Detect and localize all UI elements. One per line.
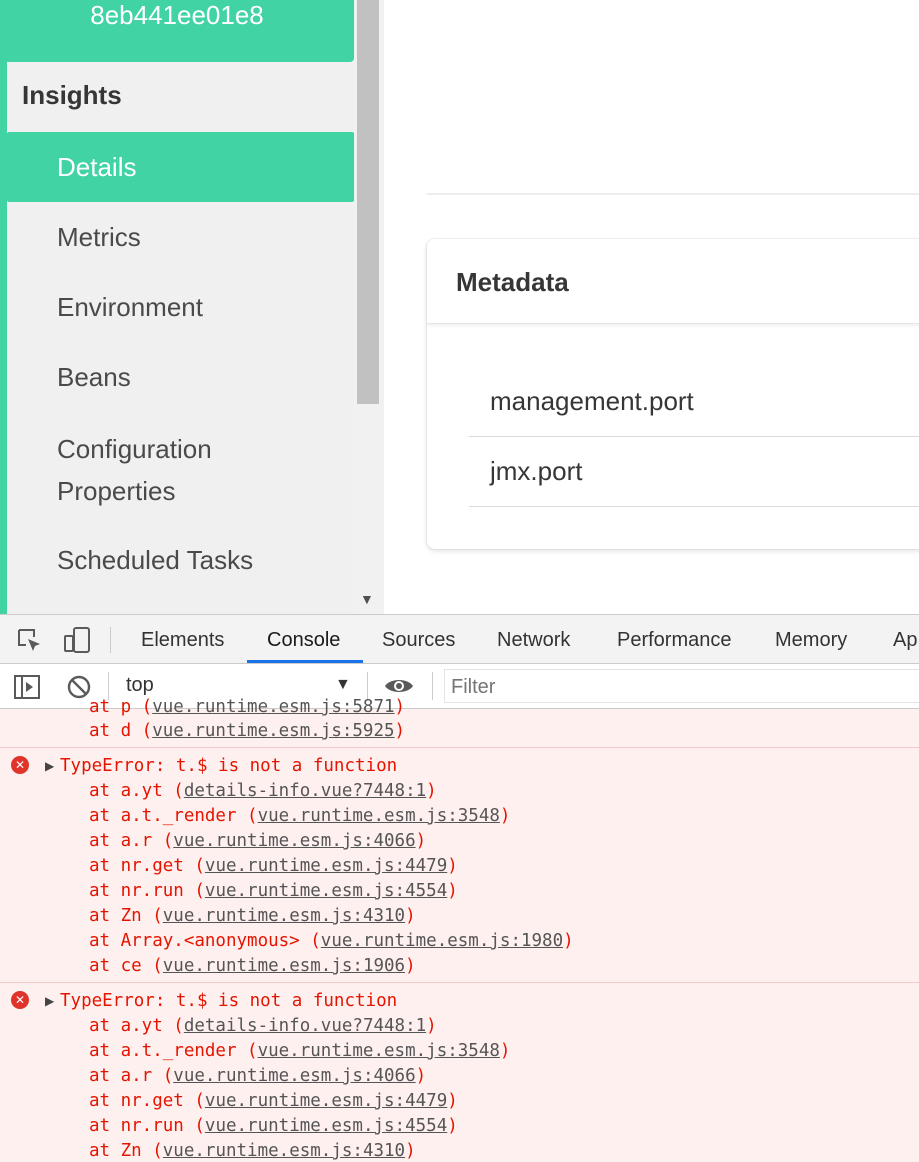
stack-frame: at Zn (vue.runtime.esm.js:4310) <box>89 1141 416 1161</box>
filter-input[interactable] <box>451 676 891 699</box>
tab-application[interactable]: Ap <box>893 615 917 663</box>
metadata-card-header: Metadata <box>427 239 919 324</box>
source-link[interactable]: vue.runtime.esm.js:1980 <box>321 931 563 951</box>
stack-frame: at ce (vue.runtime.esm.js:1906) <box>89 956 416 976</box>
tab-memory[interactable]: Memory <box>775 615 847 663</box>
sidebar: 8eb441ee01e8 Insights Details Metrics En… <box>0 0 354 614</box>
error-message[interactable]: TypeError: t.$ is not a function <box>60 754 397 779</box>
chevron-down-icon[interactable]: ▼ <box>335 676 351 694</box>
stack-frame: at d (vue.runtime.esm.js:5925) <box>89 721 406 741</box>
expand-triangle-icon[interactable]: ▶ <box>45 994 54 1008</box>
stack-frame: at Zn (vue.runtime.esm.js:4310) <box>89 906 416 926</box>
source-link[interactable]: vue.runtime.esm.js:4479 <box>205 856 447 876</box>
source-link[interactable]: vue.runtime.esm.js:4554 <box>205 1116 447 1136</box>
stack-frame: at a.t._render (vue.runtime.esm.js:3548) <box>89 806 511 826</box>
source-link[interactable]: vue.runtime.esm.js:5871 <box>152 697 394 717</box>
stack-frame: at p (vue.runtime.esm.js:5871) <box>89 697 406 717</box>
sidebar-item-label: Beans <box>57 362 131 392</box>
console-entry-divider <box>0 982 919 983</box>
toolbar-separator <box>110 627 111 653</box>
source-link[interactable]: vue.runtime.esm.js:1906 <box>163 956 405 976</box>
source-link[interactable]: vue.runtime.esm.js:5925 <box>152 721 394 741</box>
console-filter <box>444 669 919 703</box>
source-link[interactable]: vue.runtime.esm.js:3548 <box>258 1041 500 1061</box>
sidebar-item-scheduled-tasks[interactable]: Scheduled Tasks <box>7 525 354 595</box>
execution-context-select[interactable]: top <box>126 674 154 697</box>
source-link[interactable]: vue.runtime.esm.js:3548 <box>258 806 500 826</box>
metadata-key: jmx.port <box>490 456 583 486</box>
source-link[interactable]: vue.runtime.esm.js:4554 <box>205 881 447 901</box>
devtools-panel: Elements Console Sources Network Perform… <box>0 614 919 1162</box>
sidebar-item-beans[interactable]: Beans <box>7 342 354 412</box>
metadata-card: Metadata management.port jmx.port <box>427 239 919 549</box>
console-entry-divider <box>0 747 919 748</box>
stack-frame: at nr.run (vue.runtime.esm.js:4554) <box>89 1116 458 1136</box>
tab-elements[interactable]: Elements <box>141 615 224 663</box>
scrollbar-thumb[interactable] <box>357 0 379 404</box>
tab-console[interactable]: Console <box>267 615 340 663</box>
stack-frame: at nr.run (vue.runtime.esm.js:4554) <box>89 881 458 901</box>
metadata-row: jmx.port <box>469 436 919 507</box>
active-tab-indicator <box>247 660 363 663</box>
device-toolbar-icon[interactable] <box>62 626 92 659</box>
source-link[interactable]: details-info.vue?7448:1 <box>184 781 426 801</box>
console-output[interactable]: at p (vue.runtime.esm.js:5871) at d (vue… <box>0 697 919 1162</box>
error-icon: ✕ <box>11 756 29 774</box>
sidebar-item-configuration-properties[interactable]: Configuration Properties <box>7 428 307 520</box>
source-link[interactable]: vue.runtime.esm.js:4066 <box>173 1066 415 1086</box>
metadata-row: management.port <box>469 366 919 437</box>
stack-frame: at Array.<anonymous> (vue.runtime.esm.js… <box>89 931 574 951</box>
stack-frame: at a.yt (details-info.vue?7448:1) <box>89 1016 437 1036</box>
sidebar-item-details[interactable]: Details <box>7 132 354 202</box>
scroll-down-arrow-icon[interactable]: ▼ <box>360 592 374 606</box>
stack-frame: at a.yt (details-info.vue?7448:1) <box>89 781 437 801</box>
tab-sources[interactable]: Sources <box>382 615 455 663</box>
stack-frame: at a.t._render (vue.runtime.esm.js:3548) <box>89 1041 511 1061</box>
instance-id-header[interactable]: 8eb441ee01e8 <box>0 0 354 62</box>
source-link[interactable]: details-info.vue?7448:1 <box>184 1016 426 1036</box>
sidebar-item-label: Configuration Properties <box>57 434 212 506</box>
source-link[interactable]: vue.runtime.esm.js:4066 <box>173 831 415 851</box>
stack-frame: at nr.get (vue.runtime.esm.js:4479) <box>89 1091 458 1111</box>
source-link[interactable]: vue.runtime.esm.js:4310 <box>163 1141 405 1161</box>
section-divider <box>427 193 919 195</box>
sidebar-scrollbar[interactable]: ▼ <box>354 0 384 614</box>
error-icon: ✕ <box>11 991 29 1009</box>
source-link[interactable]: vue.runtime.esm.js:4310 <box>163 906 405 926</box>
sidebar-item-label: Scheduled Tasks <box>57 545 254 575</box>
stack-frame: at a.r (vue.runtime.esm.js:4066) <box>89 1066 427 1086</box>
toolbar-separator <box>432 672 433 700</box>
sidebar-group-insights[interactable]: Insights <box>22 80 122 111</box>
devtools-tab-bar: Elements Console Sources Network Perform… <box>0 615 919 664</box>
source-link[interactable]: vue.runtime.esm.js:4479 <box>205 1091 447 1111</box>
sidebar-item-label: Metrics <box>57 222 141 252</box>
tab-network[interactable]: Network <box>497 615 570 663</box>
sidebar-accent-bar <box>0 0 7 614</box>
error-message[interactable]: TypeError: t.$ is not a function <box>60 989 397 1014</box>
tab-performance[interactable]: Performance <box>617 615 732 663</box>
metadata-title: Metadata <box>456 267 569 297</box>
stack-frame: at nr.get (vue.runtime.esm.js:4479) <box>89 856 458 876</box>
metadata-key: management.port <box>490 386 694 416</box>
page-viewport: 8eb441ee01e8 Insights Details Metrics En… <box>0 0 919 614</box>
expand-triangle-icon[interactable]: ▶ <box>45 759 54 773</box>
sidebar-item-environment[interactable]: Environment <box>7 272 354 342</box>
sidebar-item-label: Environment <box>57 292 203 322</box>
stack-frame: at a.r (vue.runtime.esm.js:4066) <box>89 831 427 851</box>
inspect-element-icon[interactable] <box>16 627 42 658</box>
sidebar-item-metrics[interactable]: Metrics <box>7 202 354 272</box>
sidebar-item-label: Details <box>57 152 137 182</box>
sidebar-toggle-icon[interactable] <box>14 675 40 704</box>
